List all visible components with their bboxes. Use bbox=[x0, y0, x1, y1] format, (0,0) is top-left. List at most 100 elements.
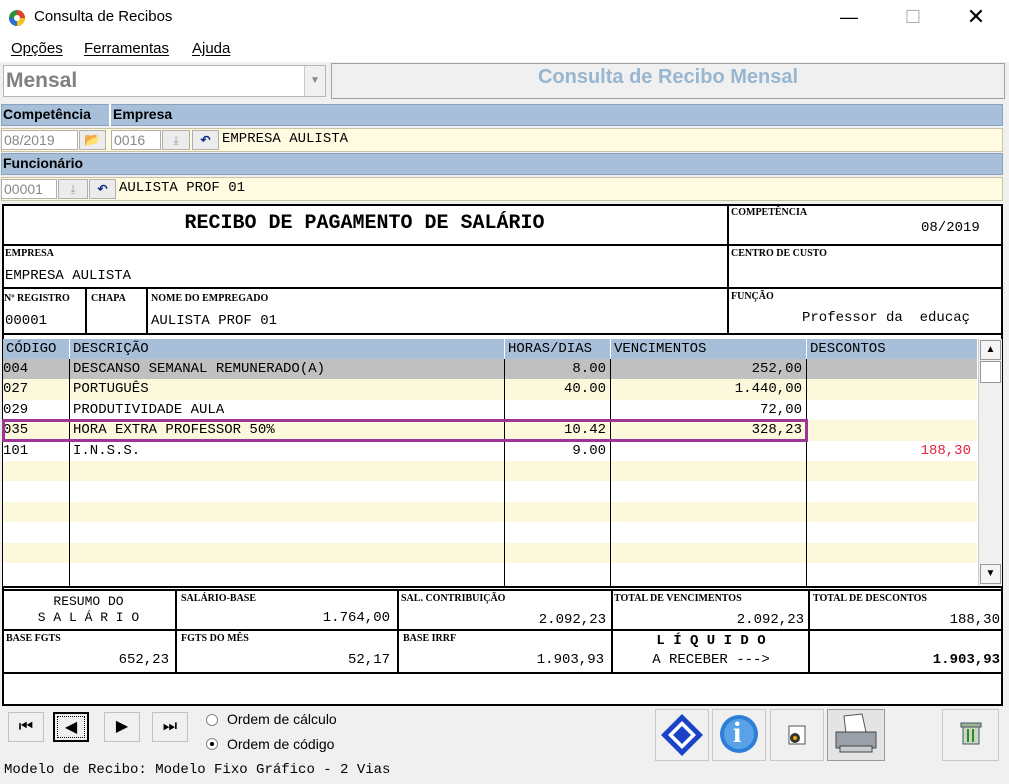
info-letter: i bbox=[733, 716, 742, 749]
table-row[interactable] bbox=[3, 461, 977, 482]
download-icon[interactable]: ⤓ bbox=[162, 130, 190, 150]
scroll-up-button[interactable]: ▲ bbox=[980, 340, 1001, 360]
first-record-button[interactable]: ⏮ bbox=[8, 712, 44, 742]
liquido-label-2: A RECEBER ---> bbox=[652, 652, 770, 668]
info-button[interactable]: i bbox=[712, 709, 766, 761]
table-row[interactable]: 027 PORTUGUÊS 40.00 1.440,00 bbox=[3, 379, 977, 400]
table-row[interactable] bbox=[3, 481, 977, 502]
last-record-button[interactable]: ⏭ bbox=[152, 712, 188, 742]
nome-value: AULISTA PROF 01 bbox=[151, 313, 278, 329]
funcionario-bar bbox=[1, 153, 1003, 175]
radio-ordem-calculo[interactable] bbox=[206, 714, 218, 726]
divider bbox=[806, 359, 807, 586]
nome-caption: NOME DO EMPREGADO bbox=[151, 293, 269, 304]
total-vencimentos-caption: TOTAL DE VENCIMENTOS bbox=[614, 593, 742, 604]
chevron-down-icon[interactable]: ▼ bbox=[304, 66, 325, 96]
status-bar: Modelo de Recibo: Modelo Fixo Gráfico - … bbox=[4, 762, 391, 778]
liquido-value: 1.903,93 bbox=[932, 652, 1000, 668]
table-row[interactable]: 029 PRODUTIVIDADE AULA 72,00 bbox=[3, 399, 977, 421]
chapa-caption: CHAPA bbox=[91, 293, 126, 304]
mode-value: Mensal bbox=[6, 69, 78, 92]
resumo-label-2: S A L Á R I O bbox=[37, 610, 140, 625]
cell-vencimentos: 252,00 bbox=[751, 361, 802, 377]
table-row[interactable]: 101 I.N.S.S. 9.00 188,30 bbox=[3, 440, 977, 461]
prev-record-button[interactable]: ◀ bbox=[53, 712, 89, 742]
table-row[interactable] bbox=[3, 542, 977, 563]
col-header-descricao[interactable]: DESCRIÇÃO bbox=[70, 339, 504, 359]
table-row[interactable] bbox=[3, 501, 977, 523]
printer-icon bbox=[835, 713, 877, 753]
total-descontos-caption: TOTAL DE DESCONTOS bbox=[813, 593, 927, 604]
funcao-value: Professor da educaç bbox=[802, 310, 971, 326]
folder-icon[interactable]: 📂 bbox=[79, 130, 106, 150]
close-button[interactable]: ✕ bbox=[953, 0, 999, 36]
undo-icon[interactable]: ↶ bbox=[89, 179, 116, 199]
sal-contribuicao-value: 2.092,23 bbox=[538, 612, 606, 628]
scroll-down-button[interactable]: ▼ bbox=[980, 564, 1001, 584]
divider bbox=[611, 589, 613, 673]
base-irrf-value: 1.903,93 bbox=[536, 652, 604, 668]
divider bbox=[2, 672, 1003, 674]
download-icon[interactable]: ⤓ bbox=[58, 179, 88, 199]
delete-button[interactable] bbox=[942, 709, 999, 761]
salario-base-value: 1.764,00 bbox=[322, 610, 390, 626]
empresa-code-field[interactable]: 0016 bbox=[111, 130, 161, 150]
competencia-value: 08/2019 bbox=[921, 220, 980, 236]
liquido-label: L Í Q U I D O bbox=[656, 633, 766, 649]
registro-value: 00001 bbox=[5, 313, 48, 329]
next-record-button[interactable]: ▶ bbox=[104, 712, 140, 742]
menu-ajuda[interactable]: Ajuda bbox=[192, 40, 230, 57]
divider bbox=[2, 589, 1003, 591]
fgts-mes-caption: FGTS DO MÊS bbox=[181, 633, 249, 644]
divider bbox=[2, 244, 1003, 246]
radio-ordem-codigo[interactable] bbox=[206, 738, 218, 750]
divider bbox=[2, 333, 1003, 335]
competencia-field[interactable]: 08/2019 bbox=[1, 130, 78, 150]
menu-ferramentas[interactable]: Ferramentas bbox=[84, 40, 169, 57]
empresa-value: EMPRESA AULISTA bbox=[5, 268, 132, 284]
divider bbox=[2, 586, 1003, 588]
fgts-mes-value: 52,17 bbox=[347, 652, 390, 668]
empresa-caption: EMPRESA bbox=[5, 248, 54, 259]
table-row[interactable] bbox=[3, 563, 977, 584]
col-header-horas[interactable]: HORAS/DIAS bbox=[505, 339, 610, 359]
cell-descricao: PORTUGUÊS bbox=[73, 381, 149, 398]
empresa-name: EMPRESA AULISTA bbox=[222, 131, 349, 147]
table-row[interactable] bbox=[3, 522, 977, 543]
cell-descricao: I.N.S.S. bbox=[73, 442, 141, 459]
cell-vencimentos: 1.440,00 bbox=[734, 381, 802, 398]
trash-icon bbox=[960, 722, 982, 745]
settings-button[interactable] bbox=[770, 709, 824, 761]
empresa-label: Empresa bbox=[113, 106, 173, 122]
divider bbox=[727, 204, 729, 335]
maximize-button[interactable]: ☐ bbox=[890, 0, 936, 36]
cell-codigo: 027 bbox=[3, 381, 29, 398]
divider bbox=[85, 288, 87, 335]
base-fgts-caption: BASE FGTS bbox=[6, 633, 61, 644]
total-vencimentos-value: 2.092,23 bbox=[736, 612, 804, 628]
funcionario-code-field[interactable]: 00001 bbox=[1, 179, 57, 199]
window-title: Consulta de Recibos bbox=[34, 8, 173, 25]
diamond-logo-icon bbox=[661, 714, 703, 756]
scroll-thumb[interactable] bbox=[980, 361, 1001, 383]
col-header-codigo[interactable]: CÓDIGO bbox=[3, 339, 69, 359]
cell-descricao: DESCANSO SEMANAL REMUNERADO(A) bbox=[73, 361, 326, 377]
receipt-title: RECIBO DE PAGAMENTO DE SALÁRIO bbox=[184, 212, 545, 235]
minimize-button[interactable]: — bbox=[826, 0, 872, 36]
calc-button[interactable] bbox=[655, 709, 709, 761]
cell-codigo: 101 bbox=[3, 442, 29, 459]
table-row[interactable]: 004 DESCANSO SEMANAL REMUNERADO(A) 8.00 252… bbox=[3, 359, 977, 380]
print-button[interactable] bbox=[827, 709, 885, 761]
ordem-codigo-label[interactable]: Ordem de código bbox=[227, 736, 334, 752]
ordem-calculo-label[interactable]: Ordem de cálculo bbox=[227, 711, 337, 727]
col-header-vencimentos[interactable]: VENCIMENTOS bbox=[611, 339, 806, 359]
undo-icon[interactable]: ↶ bbox=[192, 130, 219, 150]
cell-horas: 9.00 bbox=[572, 442, 606, 459]
sal-contribuicao-caption: SAL. CONTRIBUIÇÃO bbox=[401, 593, 506, 604]
divider bbox=[808, 589, 810, 673]
cell-horas: 8.00 bbox=[572, 361, 606, 377]
base-irrf-caption: BASE IRRF bbox=[403, 633, 457, 644]
menu-opcoes[interactable]: Opções bbox=[11, 40, 63, 57]
page-title: Consulta de Recibo Mensal bbox=[537, 66, 799, 88]
col-header-descontos[interactable]: DESCONTOS bbox=[807, 339, 977, 359]
